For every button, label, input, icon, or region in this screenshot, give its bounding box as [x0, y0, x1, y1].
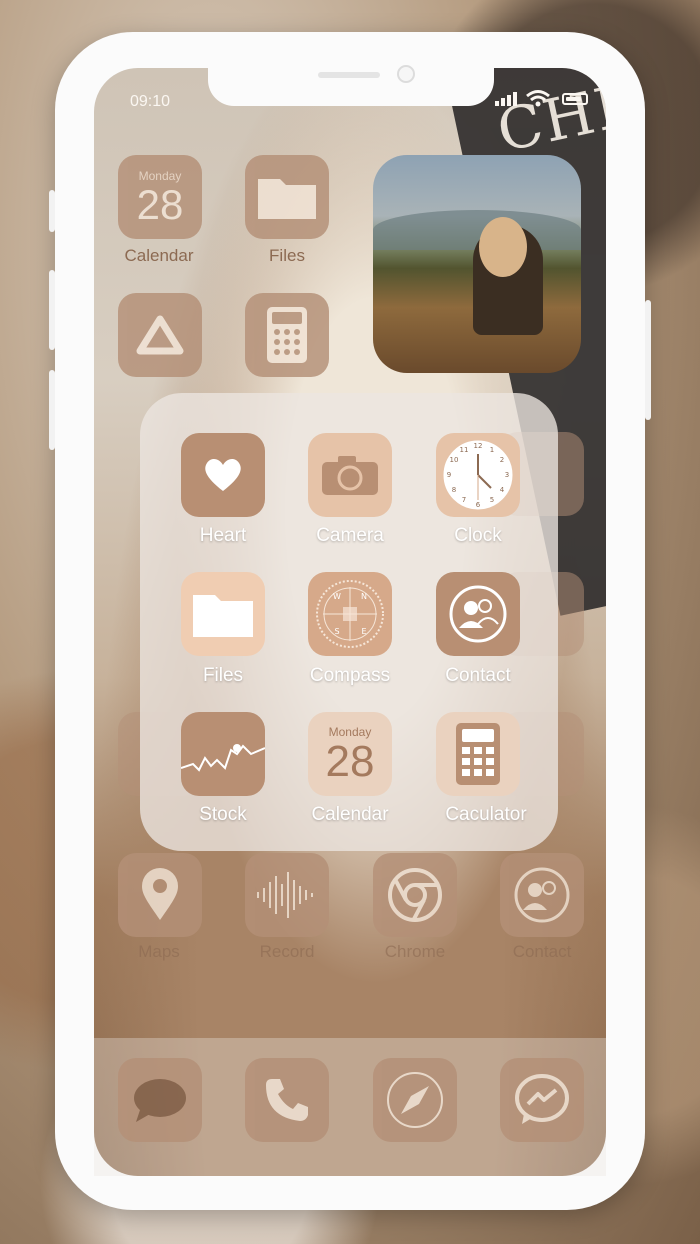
- svg-text:10: 10: [450, 456, 459, 464]
- volume-up-button: [49, 270, 55, 350]
- status-time: 09:10: [130, 93, 171, 110]
- svg-text:1: 1: [490, 446, 494, 454]
- contact-app[interactable]: [436, 572, 520, 656]
- heart-icon: [205, 459, 241, 491]
- dock-phone-app[interactable]: [245, 1058, 329, 1142]
- contact-label: Contact: [445, 665, 511, 686]
- clock-icon: 12 123 4567 891011: [442, 439, 514, 511]
- stock-app[interactable]: [181, 712, 265, 796]
- contact-icon: [449, 585, 507, 643]
- power-button: [645, 300, 651, 420]
- home-chrome-app[interactable]: [373, 853, 457, 937]
- calendar-date: 28: [325, 737, 375, 786]
- compass-app[interactable]: W N S E: [308, 572, 392, 656]
- folder-icon: [193, 595, 253, 637]
- svg-text:8: 8: [452, 486, 456, 494]
- contact-icon: [514, 867, 570, 923]
- dock-messenger-app[interactable]: [500, 1058, 584, 1142]
- home-calendar-label: Calendar: [124, 246, 194, 265]
- waveform-icon: [257, 872, 313, 918]
- stock-label: Stock: [199, 804, 247, 825]
- dock-safari-app[interactable]: [373, 1058, 457, 1142]
- volume-down-button: [49, 370, 55, 450]
- home-record-app[interactable]: [245, 853, 329, 937]
- home-chrome-label: Chrome: [384, 942, 446, 961]
- calendar-app[interactable]: Monday 28: [308, 712, 392, 796]
- clock-label: Clock: [454, 525, 502, 546]
- home-maps-label: Maps: [138, 942, 180, 961]
- stock-icon: [181, 744, 265, 772]
- svg-text:9: 9: [447, 471, 451, 479]
- calendar-label: Calendar: [311, 804, 389, 825]
- home-maps-app[interactable]: [118, 853, 202, 937]
- svg-text:S: S: [334, 627, 339, 636]
- mute-switch: [49, 190, 55, 232]
- book-title: CHR: [491, 68, 606, 166]
- home-calendar-app[interactable]: Monday 28: [118, 155, 202, 239]
- svg-text:4: 4: [500, 486, 505, 494]
- photo-hair: [479, 217, 527, 277]
- calculator-app[interactable]: [436, 712, 520, 796]
- calculator-icon: [456, 723, 500, 785]
- home-files-app[interactable]: [245, 155, 329, 239]
- compass-label: Compass: [309, 665, 391, 686]
- svg-text:12: 12: [474, 442, 483, 450]
- heart-label: Heart: [199, 525, 247, 546]
- calculator-label: Caculator: [445, 804, 527, 825]
- safari-icon: [387, 1072, 443, 1128]
- svg-text:3: 3: [505, 471, 509, 479]
- messenger-icon: [515, 1074, 569, 1124]
- home-record-label: Record: [259, 942, 315, 961]
- clock-app[interactable]: 12 1 2 3 4567 8 9 10 11: [436, 433, 520, 517]
- home-files-label: Files: [269, 246, 305, 265]
- home-calculator-app[interactable]: [245, 293, 329, 377]
- svg-text:2: 2: [500, 456, 504, 464]
- dock-messages-app[interactable]: [118, 1058, 202, 1142]
- svg-text:N: N: [361, 592, 367, 601]
- calendar-date: 28: [136, 181, 184, 228]
- home-drive-app[interactable]: [118, 293, 202, 377]
- folder-icon: [258, 179, 316, 219]
- chrome-icon: [388, 868, 442, 922]
- wifi-icon: [526, 90, 550, 107]
- messages-icon: [134, 1079, 186, 1122]
- drive-icon: [136, 315, 184, 355]
- svg-text:5: 5: [490, 496, 494, 504]
- battery-icon: [562, 93, 588, 105]
- earpiece-speaker: [318, 72, 380, 78]
- camera-label: Camera: [316, 525, 384, 546]
- camera-app[interactable]: [308, 433, 392, 517]
- home-contact-label: Contact: [512, 942, 572, 961]
- svg-text:6: 6: [476, 501, 481, 509]
- front-camera: [397, 65, 415, 83]
- files-app[interactable]: [181, 572, 265, 656]
- calculator-icon: [267, 307, 307, 363]
- photo-widget[interactable]: [373, 155, 581, 373]
- camera-icon: [322, 456, 378, 495]
- svg-text:11: 11: [460, 446, 469, 454]
- signal-icon: [495, 92, 517, 106]
- home-contact-app[interactable]: [500, 853, 584, 937]
- svg-text:E: E: [361, 627, 366, 636]
- svg-text:7: 7: [462, 496, 466, 504]
- files-label: Files: [202, 665, 244, 686]
- phone-icon: [266, 1079, 308, 1121]
- heart-app[interactable]: [181, 433, 265, 517]
- map-pin-icon: [142, 868, 178, 920]
- svg-text:W: W: [333, 592, 341, 601]
- compass-icon: W N S E: [316, 580, 384, 648]
